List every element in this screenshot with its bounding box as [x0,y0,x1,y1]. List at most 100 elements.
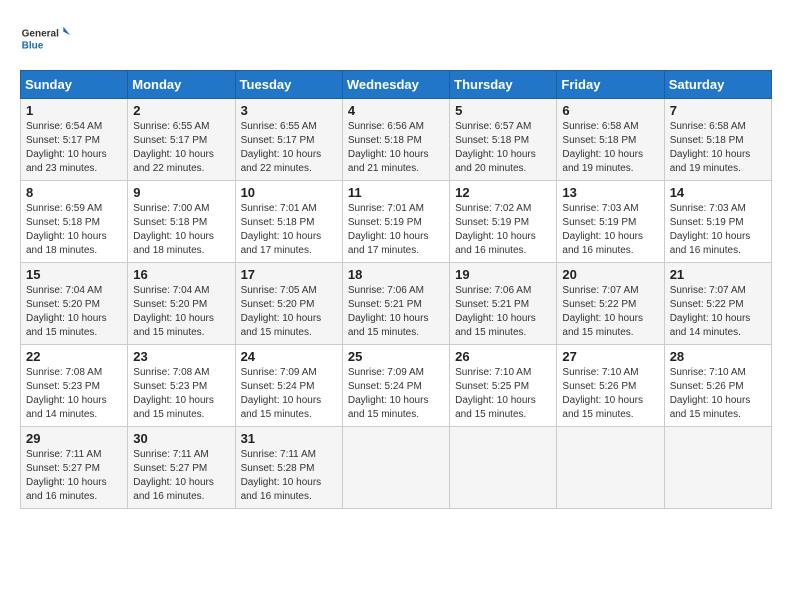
day-info: Sunrise: 7:03 AMSunset: 5:19 PMDaylight:… [670,202,766,258]
week-row-5: 29 Sunrise: 7:11 AMSunset: 5:27 PMDaylig… [21,427,772,509]
day-number: 4 [348,103,444,118]
day-number: 12 [455,185,551,200]
day-cell: 20 Sunrise: 7:07 AMSunset: 5:22 PMDaylig… [557,263,664,345]
day-info: Sunrise: 7:00 AMSunset: 5:18 PMDaylight:… [133,202,229,258]
svg-text:Blue: Blue [22,40,44,51]
week-row-4: 22 Sunrise: 7:08 AMSunset: 5:23 PMDaylig… [21,345,772,427]
day-number: 16 [133,267,229,282]
day-number: 23 [133,349,229,364]
day-number: 25 [348,349,444,364]
day-number: 26 [455,349,551,364]
day-info: Sunrise: 7:04 AMSunset: 5:20 PMDaylight:… [26,284,122,340]
logo-svg: General Blue [20,20,70,60]
day-info: Sunrise: 7:07 AMSunset: 5:22 PMDaylight:… [670,284,766,340]
header-row: SundayMondayTuesdayWednesdayThursdayFrid… [21,71,772,99]
day-info: Sunrise: 7:07 AMSunset: 5:22 PMDaylight:… [562,284,658,340]
day-info: Sunrise: 7:08 AMSunset: 5:23 PMDaylight:… [133,366,229,422]
day-number: 2 [133,103,229,118]
day-number: 29 [26,431,122,446]
day-number: 22 [26,349,122,364]
day-cell [450,427,557,509]
day-info: Sunrise: 7:05 AMSunset: 5:20 PMDaylight:… [241,284,337,340]
day-number: 17 [241,267,337,282]
day-cell: 4 Sunrise: 6:56 AMSunset: 5:18 PMDayligh… [342,99,449,181]
day-info: Sunrise: 7:11 AMSunset: 5:28 PMDaylight:… [241,448,337,504]
day-cell: 25 Sunrise: 7:09 AMSunset: 5:24 PMDaylig… [342,345,449,427]
col-header-sunday: Sunday [21,71,128,99]
day-number: 15 [26,267,122,282]
day-info: Sunrise: 7:09 AMSunset: 5:24 PMDaylight:… [348,366,444,422]
day-cell: 13 Sunrise: 7:03 AMSunset: 5:19 PMDaylig… [557,181,664,263]
week-row-3: 15 Sunrise: 7:04 AMSunset: 5:20 PMDaylig… [21,263,772,345]
day-info: Sunrise: 7:11 AMSunset: 5:27 PMDaylight:… [26,448,122,504]
col-header-thursday: Thursday [450,71,557,99]
day-number: 21 [670,267,766,282]
day-cell: 12 Sunrise: 7:02 AMSunset: 5:19 PMDaylig… [450,181,557,263]
day-cell: 21 Sunrise: 7:07 AMSunset: 5:22 PMDaylig… [664,263,771,345]
day-info: Sunrise: 7:11 AMSunset: 5:27 PMDaylight:… [133,448,229,504]
svg-text:General: General [22,29,59,40]
day-number: 3 [241,103,337,118]
day-number: 11 [348,185,444,200]
day-cell: 5 Sunrise: 6:57 AMSunset: 5:18 PMDayligh… [450,99,557,181]
header: General Blue [20,20,772,60]
day-cell: 22 Sunrise: 7:08 AMSunset: 5:23 PMDaylig… [21,345,128,427]
logo: General Blue [20,20,70,60]
col-header-saturday: Saturday [664,71,771,99]
day-cell: 2 Sunrise: 6:55 AMSunset: 5:17 PMDayligh… [128,99,235,181]
calendar-table: SundayMondayTuesdayWednesdayThursdayFrid… [20,70,772,509]
day-info: Sunrise: 7:10 AMSunset: 5:25 PMDaylight:… [455,366,551,422]
day-cell: 6 Sunrise: 6:58 AMSunset: 5:18 PMDayligh… [557,99,664,181]
col-header-monday: Monday [128,71,235,99]
day-info: Sunrise: 7:06 AMSunset: 5:21 PMDaylight:… [455,284,551,340]
day-cell: 30 Sunrise: 7:11 AMSunset: 5:27 PMDaylig… [128,427,235,509]
day-number: 7 [670,103,766,118]
day-number: 24 [241,349,337,364]
day-number: 9 [133,185,229,200]
day-cell: 26 Sunrise: 7:10 AMSunset: 5:25 PMDaylig… [450,345,557,427]
day-info: Sunrise: 6:58 AMSunset: 5:18 PMDaylight:… [562,120,658,176]
day-cell: 9 Sunrise: 7:00 AMSunset: 5:18 PMDayligh… [128,181,235,263]
day-cell: 19 Sunrise: 7:06 AMSunset: 5:21 PMDaylig… [450,263,557,345]
day-number: 14 [670,185,766,200]
day-info: Sunrise: 6:59 AMSunset: 5:18 PMDaylight:… [26,202,122,258]
day-info: Sunrise: 7:06 AMSunset: 5:21 PMDaylight:… [348,284,444,340]
day-number: 18 [348,267,444,282]
day-number: 20 [562,267,658,282]
day-info: Sunrise: 7:09 AMSunset: 5:24 PMDaylight:… [241,366,337,422]
day-cell: 31 Sunrise: 7:11 AMSunset: 5:28 PMDaylig… [235,427,342,509]
week-row-1: 1 Sunrise: 6:54 AMSunset: 5:17 PMDayligh… [21,99,772,181]
day-cell: 28 Sunrise: 7:10 AMSunset: 5:26 PMDaylig… [664,345,771,427]
day-info: Sunrise: 7:01 AMSunset: 5:19 PMDaylight:… [348,202,444,258]
day-number: 10 [241,185,337,200]
day-cell: 15 Sunrise: 7:04 AMSunset: 5:20 PMDaylig… [21,263,128,345]
day-cell: 27 Sunrise: 7:10 AMSunset: 5:26 PMDaylig… [557,345,664,427]
day-cell [342,427,449,509]
day-info: Sunrise: 6:55 AMSunset: 5:17 PMDaylight:… [241,120,337,176]
day-cell: 23 Sunrise: 7:08 AMSunset: 5:23 PMDaylig… [128,345,235,427]
day-info: Sunrise: 6:56 AMSunset: 5:18 PMDaylight:… [348,120,444,176]
day-cell: 7 Sunrise: 6:58 AMSunset: 5:18 PMDayligh… [664,99,771,181]
day-info: Sunrise: 6:55 AMSunset: 5:17 PMDaylight:… [133,120,229,176]
day-cell: 24 Sunrise: 7:09 AMSunset: 5:24 PMDaylig… [235,345,342,427]
day-cell: 18 Sunrise: 7:06 AMSunset: 5:21 PMDaylig… [342,263,449,345]
col-header-tuesday: Tuesday [235,71,342,99]
col-header-wednesday: Wednesday [342,71,449,99]
col-header-friday: Friday [557,71,664,99]
week-row-2: 8 Sunrise: 6:59 AMSunset: 5:18 PMDayligh… [21,181,772,263]
day-cell: 29 Sunrise: 7:11 AMSunset: 5:27 PMDaylig… [21,427,128,509]
day-cell: 3 Sunrise: 6:55 AMSunset: 5:17 PMDayligh… [235,99,342,181]
day-info: Sunrise: 7:10 AMSunset: 5:26 PMDaylight:… [670,366,766,422]
day-number: 1 [26,103,122,118]
day-info: Sunrise: 7:02 AMSunset: 5:19 PMDaylight:… [455,202,551,258]
day-cell: 17 Sunrise: 7:05 AMSunset: 5:20 PMDaylig… [235,263,342,345]
day-info: Sunrise: 7:04 AMSunset: 5:20 PMDaylight:… [133,284,229,340]
day-number: 30 [133,431,229,446]
day-cell: 16 Sunrise: 7:04 AMSunset: 5:20 PMDaylig… [128,263,235,345]
day-info: Sunrise: 7:03 AMSunset: 5:19 PMDaylight:… [562,202,658,258]
day-number: 19 [455,267,551,282]
day-cell [557,427,664,509]
day-info: Sunrise: 6:54 AMSunset: 5:17 PMDaylight:… [26,120,122,176]
day-number: 28 [670,349,766,364]
day-number: 13 [562,185,658,200]
